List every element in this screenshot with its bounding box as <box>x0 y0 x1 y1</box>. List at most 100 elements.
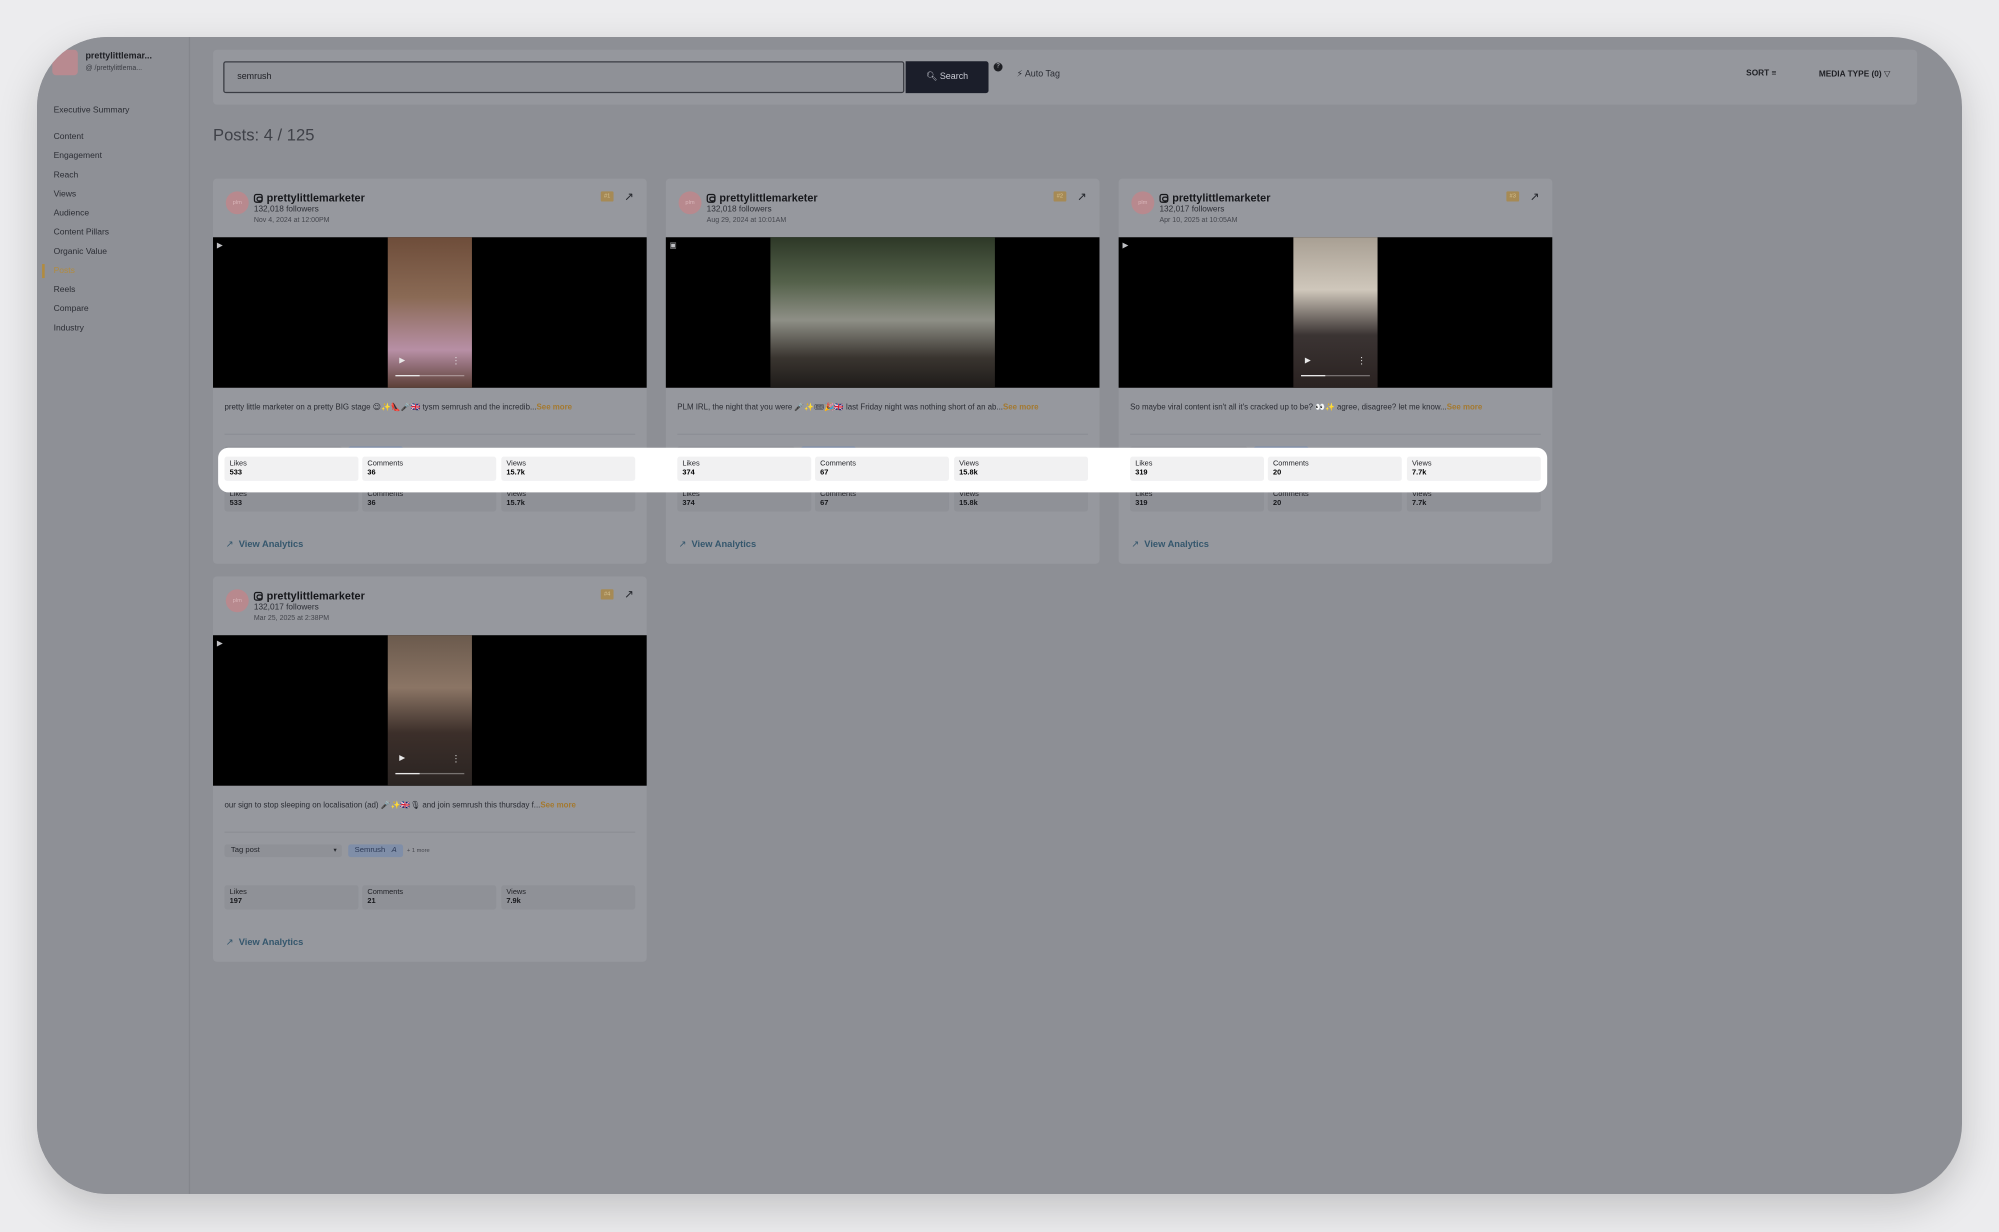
post-caption-text: pretty little marketer on a pretty BIG s… <box>224 403 537 412</box>
post-media[interactable]: ▶ ⋮ ▶ <box>1118 237 1553 388</box>
help-icon[interactable]: ? <box>993 62 1003 72</box>
view-analytics-link[interactable]: ↗ View Analytics <box>679 538 757 549</box>
highlight-stat-views: Views 15.7k <box>501 456 636 481</box>
video-progress[interactable] <box>395 772 465 775</box>
sidebar-item-views[interactable]: Views <box>37 185 190 204</box>
external-link-icon[interactable]: ↗ <box>1077 190 1087 204</box>
stat-views-value: 15.8k <box>959 500 978 508</box>
sidebar-item-reels[interactable]: Reels <box>37 281 190 300</box>
stat-views-value: 7.9k <box>506 897 521 906</box>
instagram-icon <box>1159 193 1169 203</box>
play-icon[interactable]: ▶ <box>399 754 405 763</box>
more-icon[interactable]: ⋮ <box>452 754 461 764</box>
tag-more-link[interactable]: + 1 more <box>407 847 430 853</box>
highlight-stat-comments-value: 67 <box>820 469 829 478</box>
post-media[interactable]: ▣ <box>665 237 1100 388</box>
highlight-stat-likes-value: 533 <box>229 469 242 478</box>
search-input[interactable]: semrush <box>223 61 905 94</box>
app-window: prettylittlemar... @ /prettylittlema... … <box>37 37 1962 1194</box>
post-avatar: plm <box>225 589 249 613</box>
highlight-stat-likes-label: Likes <box>1135 460 1153 469</box>
sort-button[interactable]: SORT ≡ <box>1746 69 1776 78</box>
post-date: Aug 29, 2024 at 10:01AM <box>706 216 787 225</box>
external-link-icon[interactable]: ↗ <box>1530 190 1540 204</box>
sidebar-item-engagement[interactable]: Engagement <box>37 147 190 166</box>
more-icon[interactable]: ⋮ <box>1357 356 1366 366</box>
post-media[interactable]: ▶ ⋮ ▶ <box>213 635 647 786</box>
post-username-text: prettylittlemarketer <box>1172 191 1271 205</box>
play-icon[interactable]: ▶ <box>1305 356 1311 365</box>
post-date: Mar 25, 2025 at 2:38PM <box>253 614 330 623</box>
view-analytics-label: View Analytics <box>1144 538 1209 550</box>
post-username[interactable]: prettylittlemarketer <box>253 191 365 205</box>
sort-icon: ≡ <box>1771 68 1777 78</box>
card-divider <box>677 433 1089 435</box>
post-rank-badge: #1 <box>600 191 614 202</box>
sidebar: prettylittlemar... @ /prettylittlema... … <box>37 37 192 1194</box>
highlight-stat-comments: Comments 20 <box>1267 456 1402 481</box>
post-username[interactable]: prettylittlemarketer <box>253 589 365 602</box>
tag-post-select[interactable]: Tag post ▾ <box>224 844 342 858</box>
external-link-icon[interactable]: ↗ <box>624 190 634 204</box>
post-username[interactable]: prettylittlemarketer <box>706 191 818 205</box>
sidebar-item-content[interactable]: Content <box>37 128 190 147</box>
see-more-link[interactable]: See more <box>537 403 573 412</box>
post-thumbnail: ▶ ⋮ <box>387 237 472 388</box>
post-username[interactable]: prettylittlemarketer <box>1159 191 1270 204</box>
post-date: Apr 10, 2025 at 10:05AM <box>1159 216 1238 225</box>
stat-views-value: 15.7k <box>506 500 525 508</box>
search-icon: 🔍︎ <box>926 72 938 82</box>
see-more-link[interactable]: See more <box>540 801 576 810</box>
highlight-stat-likes: Likes 533 <box>224 456 359 481</box>
auto-tag-button[interactable]: ⚡︎ Auto Tag <box>1017 69 1060 79</box>
post-caption: our sign to stop sleeping on localisatio… <box>224 800 635 810</box>
video-progress[interactable] <box>395 374 465 377</box>
tag-chip[interactable]: Semrush A <box>348 844 404 858</box>
view-analytics-link[interactable]: ↗ View Analytics <box>226 936 304 947</box>
highlight-stat-likes-label: Likes <box>682 460 700 469</box>
post-rank-badge: #4 <box>600 589 614 600</box>
stat-likes-value: 197 <box>229 897 242 906</box>
sidebar-item-organic-value[interactable]: Organic Value <box>37 242 190 261</box>
tag-chip-label: Semrush <box>354 846 386 855</box>
highlight-stat-comments-value: 20 <box>1272 469 1282 478</box>
view-analytics-link[interactable]: ↗ View Analytics <box>1131 538 1209 549</box>
see-more-link[interactable]: See more <box>1447 403 1483 412</box>
post-username-text: prettylittlemarketer <box>266 191 365 205</box>
post-card: plm prettylittlemarketer 132,018 followe… <box>213 178 647 564</box>
video-progress[interactable] <box>1301 374 1370 377</box>
post-rank-badge: #2 <box>1053 191 1067 202</box>
see-more-link[interactable]: See more <box>1003 403 1039 412</box>
sidebar-item-reach[interactable]: Reach <box>37 166 190 185</box>
sort-label: SORT <box>1746 68 1770 78</box>
stat-comments: Comments 21 <box>362 885 497 910</box>
post-media[interactable]: ▶ ⋮ ▶ <box>213 237 647 388</box>
sidebar-item-posts[interactable]: Posts <box>37 261 190 280</box>
toolbar: semrush 🔍︎ Search ? ⚡︎ Auto Tag SORT ≡ M… <box>213 49 1918 105</box>
more-icon[interactable]: ⋮ <box>452 356 461 366</box>
post-followers: 132,017 followers <box>1159 205 1225 215</box>
sidebar-item-content-pillars[interactable]: Content Pillars <box>37 223 190 242</box>
sidebar-item-executive-summary[interactable]: Executive Summary <box>37 101 190 120</box>
media-type-filter[interactable]: MEDIA TYPE (0) ▽ <box>1819 69 1891 79</box>
sidebar-item-audience[interactable]: Audience <box>37 204 190 223</box>
sidebar-item-industry[interactable]: Industry <box>37 319 190 338</box>
post-username-text: prettylittlemarketer <box>719 191 818 205</box>
post-followers: 132,018 followers <box>706 205 772 215</box>
play-icon[interactable]: ▶ <box>399 356 405 365</box>
card-divider <box>224 433 636 435</box>
view-analytics-link[interactable]: ↗ View Analytics <box>226 538 304 549</box>
highlight-stat-views-label: Views <box>959 460 979 469</box>
instagram-icon <box>253 591 263 601</box>
post-avatar: plm <box>1131 191 1155 215</box>
image-icon: ▣ <box>669 242 677 251</box>
post-stats: Likes 197 Comments 21 Views 7.9k <box>224 885 636 910</box>
account-switcher[interactable]: prettylittlemar... @ /prettylittlema... <box>47 45 192 88</box>
external-link-icon[interactable]: ↗ <box>624 588 634 602</box>
highlight-stat-comments-value: 36 <box>367 469 376 478</box>
post-caption: So maybe viral content isn't all it's cr… <box>1130 402 1541 412</box>
sidebar-item-compare[interactable]: Compare <box>37 300 190 319</box>
stats-highlight: Likes 533 Comments 36 Views 15.7k Likes 374 Comm… <box>218 447 1548 493</box>
highlight-stat-comments: Comments 67 <box>815 456 949 481</box>
search-button[interactable]: 🔍︎ Search <box>905 61 989 94</box>
